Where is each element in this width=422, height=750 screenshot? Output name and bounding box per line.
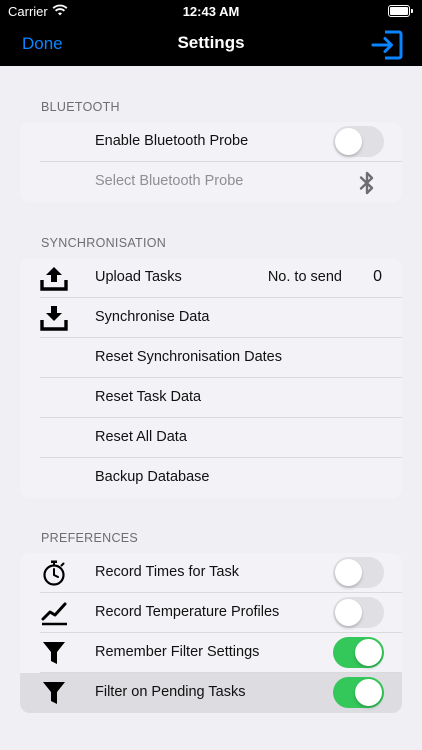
enable-bluetooth-probe-row: Enable Bluetooth Probe [40, 122, 402, 162]
select-bluetooth-probe-label: Select Bluetooth Probe [95, 173, 244, 189]
record-times-label: Record Times for Task [95, 564, 239, 580]
record-temperature-profiles-row: Record Temperature Profiles [40, 593, 402, 633]
select-bluetooth-probe-row[interactable]: Select Bluetooth Probe [40, 162, 402, 202]
preferences-group: Record Times for Task Record Temperature… [20, 553, 402, 713]
record-temperature-profiles-toggle[interactable] [333, 597, 384, 628]
reset-synchronisation-dates-row[interactable]: Reset Synchronisation Dates [40, 338, 402, 378]
clock: 12:43 AM [182, 4, 240, 19]
bluetooth-group: Enable Bluetooth Probe Select Bluetooth … [20, 122, 402, 202]
remember-filter-settings-row: Remember Filter Settings [40, 633, 402, 673]
toggle-knob [335, 559, 362, 586]
backup-database-label: Backup Database [95, 469, 210, 485]
section-header-synchronisation: SYNCHRONISATION [41, 236, 167, 250]
download-icon [40, 306, 68, 331]
synchronisation-group: Upload Tasks No. to send 0 Synchronise D… [20, 258, 402, 498]
line-chart-icon [41, 602, 67, 626]
no-to-send-label: No. to send [267, 269, 342, 285]
battery-icon [388, 5, 413, 17]
no-to-send-count: 0 [373, 268, 382, 285]
page-title: Settings [177, 33, 245, 52]
upload-tasks-label: Upload Tasks [95, 269, 182, 285]
remember-filter-settings-label: Remember Filter Settings [95, 644, 260, 660]
reset-synchronisation-dates-label: Reset Synchronisation Dates [95, 349, 282, 365]
exit-icon[interactable] [370, 28, 404, 62]
filter-icon [43, 642, 65, 664]
upload-tasks-row[interactable]: Upload Tasks No. to send 0 [40, 258, 402, 298]
upload-icon [40, 267, 68, 291]
status-bar: Carrier 12:43 AM [0, 0, 422, 24]
reset-task-data-row[interactable]: Reset Task Data [40, 378, 402, 418]
record-times-toggle[interactable] [333, 557, 384, 588]
stopwatch-icon [43, 560, 65, 586]
toggle-knob [355, 639, 382, 666]
toggle-knob [335, 599, 362, 626]
navigation-bar: Done Settings [0, 24, 422, 66]
bluetooth-icon [359, 171, 374, 195]
filter-on-pending-tasks-toggle[interactable] [333, 677, 384, 708]
toggle-knob [355, 679, 382, 706]
reset-all-data-row[interactable]: Reset All Data [40, 418, 402, 458]
backup-database-row[interactable]: Backup Database [40, 458, 402, 498]
remember-filter-settings-toggle[interactable] [333, 637, 384, 668]
section-header-bluetooth: BLUETOOTH [41, 100, 120, 114]
filter-icon [43, 682, 65, 704]
filter-on-pending-tasks-row: Filter on Pending Tasks [20, 673, 402, 713]
enable-bluetooth-probe-toggle[interactable] [333, 126, 384, 157]
reset-all-data-label: Reset All Data [95, 429, 187, 445]
record-times-row: Record Times for Task [40, 553, 402, 593]
toggle-knob [335, 128, 362, 155]
enable-bluetooth-probe-label: Enable Bluetooth Probe [95, 133, 249, 149]
synchronise-data-row[interactable]: Synchronise Data [40, 298, 402, 338]
reset-task-data-label: Reset Task Data [95, 389, 202, 405]
section-header-preferences: PREFERENCES [41, 531, 139, 545]
filter-on-pending-tasks-label: Filter on Pending Tasks [95, 684, 246, 700]
synchronise-data-label: Synchronise Data [95, 309, 210, 325]
record-temperature-profiles-label: Record Temperature Profiles [95, 604, 280, 620]
